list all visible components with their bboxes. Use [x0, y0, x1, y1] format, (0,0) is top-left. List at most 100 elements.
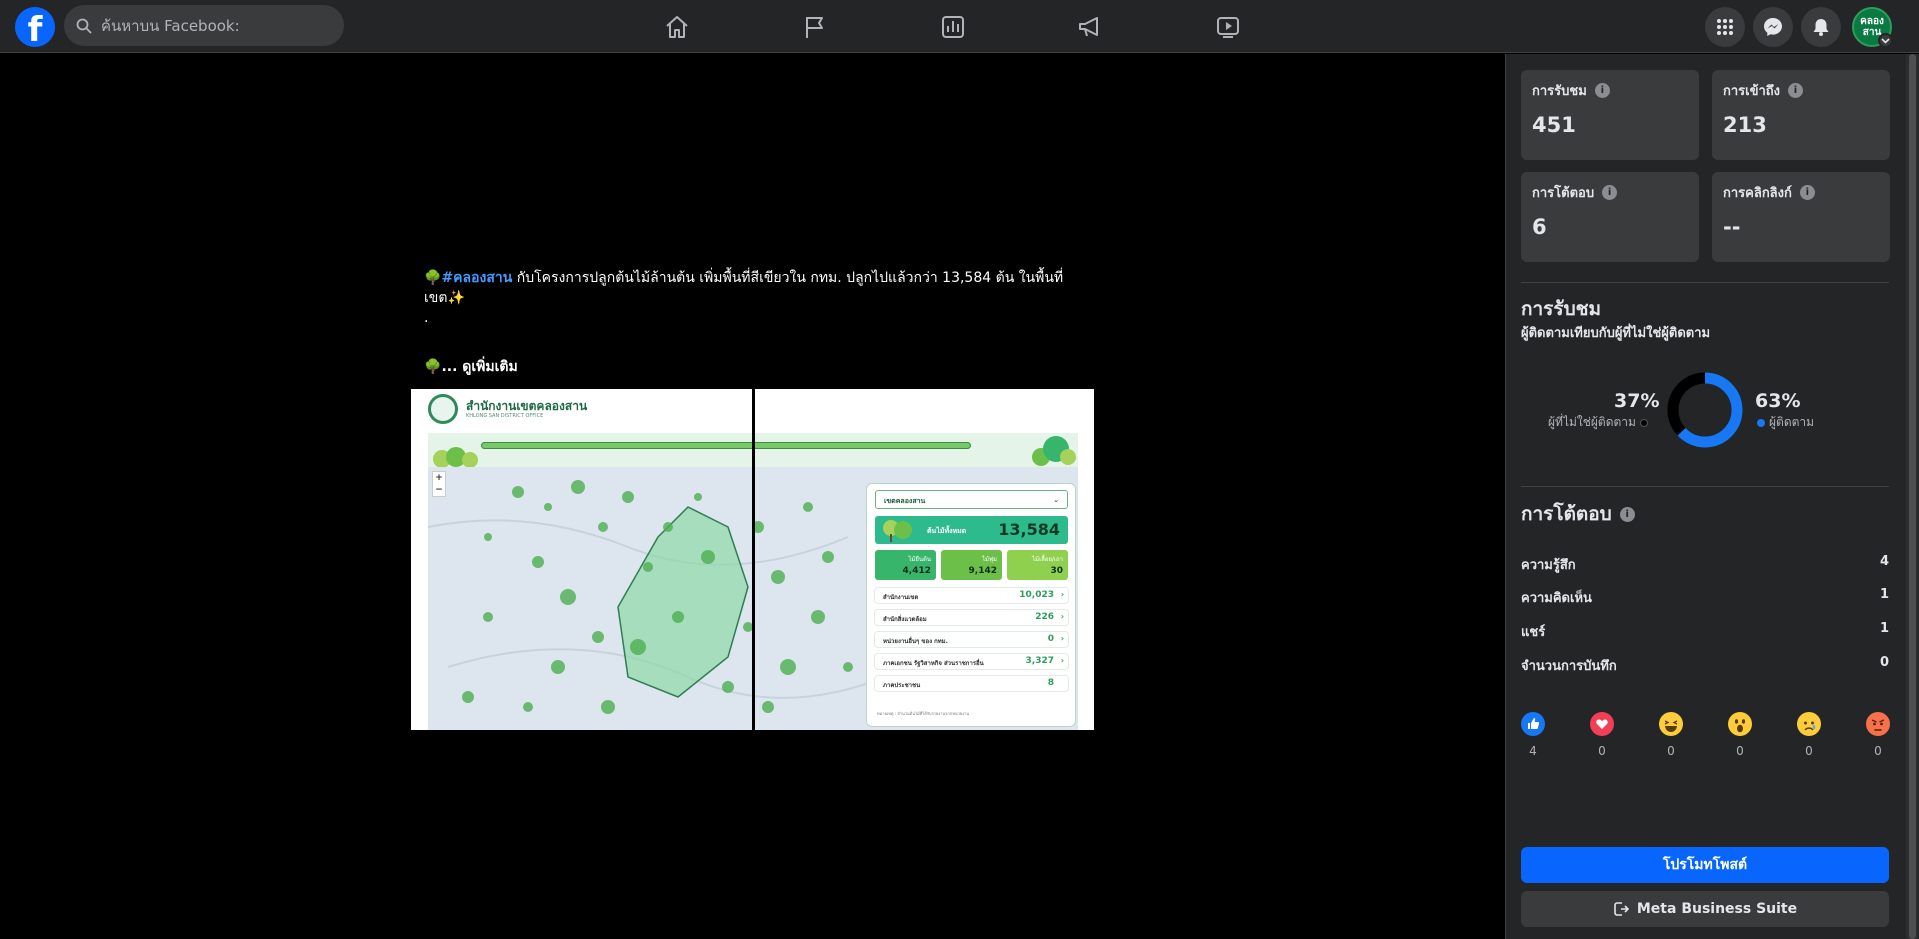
non-followers-label: ผู้ที่ไม่ใช่ผู้ติดตาม: [1548, 415, 1636, 429]
followers-percent: 63%: [1755, 390, 1801, 412]
wow-reaction-icon: [1728, 712, 1752, 736]
mini-card-label: ไม้พุ่ม: [982, 556, 997, 563]
menu-button[interactable]: [1705, 7, 1745, 47]
bar-chart-icon: [942, 16, 964, 38]
source-row[interactable]: สำนักงานเขต 10,023 ›: [875, 588, 1068, 603]
notifications-button[interactable]: [1801, 7, 1841, 47]
avatar-text-line1: คลอง: [1860, 16, 1884, 27]
zoom-controls[interactable]: + −: [432, 471, 446, 497]
followers-legend: ผู้ติดตาม: [1757, 413, 1814, 432]
followers-label: ผู้ติดตาม: [1769, 415, 1815, 429]
interaction-value: 4: [1879, 554, 1889, 569]
reaction-count: 0: [1736, 744, 1744, 758]
stat-label: การโต้ตอบ: [1532, 186, 1595, 201]
sidebar-scrollbar[interactable]: [1906, 54, 1918, 939]
reaction-count: 0: [1805, 744, 1813, 758]
source-row-value: 226: [1035, 612, 1054, 622]
nav-home[interactable]: [627, 7, 727, 47]
scrollbar-thumb[interactable]: [1909, 54, 1916, 939]
source-row[interactable]: หน่วยงานอื่นๆ ของ กทม. 0 ›: [875, 632, 1068, 647]
chevron-right-icon: ›: [1060, 656, 1064, 665]
interaction-label: ความคิดเห็น: [1521, 591, 1592, 606]
stat-card-views: การรับชม i 451: [1521, 70, 1699, 160]
followers-donut-chart: [1667, 372, 1743, 448]
video-play-icon: [1217, 17, 1239, 38]
info-icon[interactable]: i: [1602, 185, 1618, 200]
interaction-row: แชร์ 1: [1521, 621, 1889, 642]
promote-post-label: โปรโมทโพสต์: [1662, 857, 1748, 873]
panel-footnote: หมายเหตุ : จำนวนต้นไม้ที่ได้รับรายงานจาก…: [877, 711, 970, 716]
interaction-row: จำนวนการบันทึก 0: [1521, 655, 1889, 676]
reaction-count: 0: [1667, 744, 1675, 758]
see-more-link[interactable]: 🌳... ดูเพิ่มเติม: [424, 356, 518, 378]
promote-post-button[interactable]: โปรโมทโพสต์: [1521, 847, 1889, 883]
nav-ads[interactable]: [1040, 7, 1140, 47]
non-followers-percent: 37%: [1614, 390, 1660, 412]
bush-illustration-left: [433, 447, 478, 467]
caption-text: กับโครงการปลูกต้นไม้ล้านต้น เพิ่มพื้นที่…: [424, 270, 1064, 306]
interaction-row: ความรู้สึก 4: [1521, 554, 1889, 575]
facebook-logo[interactable]: f: [15, 7, 55, 47]
tree-cluster-icon: [883, 520, 912, 542]
interaction-value: 0: [1879, 655, 1889, 670]
post-image[interactable]: สำนักงานเขตคลองสาน KHLONG SAN DISTRICT O…: [411, 389, 1094, 730]
info-icon[interactable]: i: [1799, 185, 1815, 200]
angry-reaction-icon: [1866, 712, 1890, 736]
mini-card-perennial: ไม้ยืนต้น 4,412: [875, 550, 936, 580]
nav-insights[interactable]: [903, 7, 1003, 47]
bush-illustration-right: [1032, 436, 1076, 466]
interaction-label: แชร์: [1521, 625, 1546, 640]
stats-panel: เขตคลองสาน ⌄ ต้นไม้ทั้งหมด 13,584 ไม้ยืนต…: [866, 483, 1076, 727]
account-menu-toggle[interactable]: [1878, 33, 1893, 48]
views-section-subtitle: ผู้ติดตามเทียบกับผู้ที่ไม่ใช่ผู้ติดตาม: [1521, 326, 1711, 341]
search-icon: [76, 18, 92, 33]
source-row: ภาคประชาชน 8: [875, 676, 1068, 691]
source-row[interactable]: สำนักสิ่งแวดล้อม 226 ›: [875, 610, 1068, 625]
like-reaction-icon: [1521, 712, 1545, 736]
search-input[interactable]: [101, 16, 311, 35]
interaction-label: ความรู้สึก: [1521, 558, 1576, 573]
hashtag-link[interactable]: #คลองสาน: [441, 270, 512, 286]
divider: [1521, 486, 1889, 487]
stat-card-interactions: การโต้ตอบ i 6: [1521, 172, 1699, 262]
mini-card-value: 9,142: [968, 566, 997, 576]
top-navigation-bar: f คลอง สาน: [0, 0, 1919, 53]
stat-card-link-clicks: การคลิกลิงก์ i --: [1712, 172, 1890, 262]
divider: [1521, 282, 1889, 283]
stat-value: 213: [1723, 113, 1767, 137]
interaction-value: 1: [1879, 621, 1889, 636]
interaction-row: ความคิดเห็น 1: [1521, 587, 1889, 608]
mini-card-vine: ไม้เลื้อย/เถา 30: [1007, 550, 1068, 580]
source-row-label: สำนักงานเขต: [883, 594, 919, 601]
nav-video[interactable]: [1178, 7, 1278, 47]
district-dropdown-value: เขตคลองสาน: [884, 497, 926, 505]
tree-emoji: 🌳: [424, 359, 442, 375]
chevron-right-icon: ›: [1060, 612, 1064, 621]
reaction-count: 4: [1529, 744, 1537, 758]
info-icon[interactable]: i: [1619, 506, 1635, 522]
stat-label: การเข้าถึง: [1723, 84, 1781, 99]
messenger-button[interactable]: [1753, 7, 1793, 47]
info-icon[interactable]: i: [1788, 83, 1804, 98]
district-dropdown[interactable]: เขตคลองสาน ⌄: [875, 490, 1068, 509]
info-icon[interactable]: i: [1594, 83, 1610, 98]
views-section-title: การรับชม: [1521, 294, 1601, 324]
source-row[interactable]: ภาคเอกชน รัฐวิสาหกิจ ส่วนราชการอื่น 3,327…: [875, 654, 1068, 669]
office-subtitle: KHLONG SAN DISTRICT OFFICE: [466, 413, 544, 419]
nav-pages[interactable]: [765, 7, 865, 47]
sad-reaction-icon: [1797, 712, 1821, 736]
planting-progress-bar: [481, 442, 971, 449]
source-row-label: ภาคเอกชน รัฐวิสาหกิจ ส่วนราชการอื่น: [883, 660, 984, 667]
external-link-icon: [1614, 902, 1629, 916]
stat-value: 451: [1532, 113, 1576, 137]
meta-business-suite-button[interactable]: Meta Business Suite: [1521, 891, 1889, 927]
search-box[interactable]: [64, 5, 344, 46]
source-row-label: หน่วยงานอื่นๆ ของ กทม.: [883, 638, 948, 645]
mini-card-value: 4,412: [902, 566, 931, 576]
district-seal-logo: [428, 394, 458, 424]
reaction-count: 0: [1598, 744, 1606, 758]
tree-emoji: 🌳: [424, 270, 442, 286]
haha-reaction-icon: [1659, 712, 1683, 736]
reaction-count: 0: [1874, 744, 1882, 758]
legend-dot: [1639, 418, 1648, 427]
